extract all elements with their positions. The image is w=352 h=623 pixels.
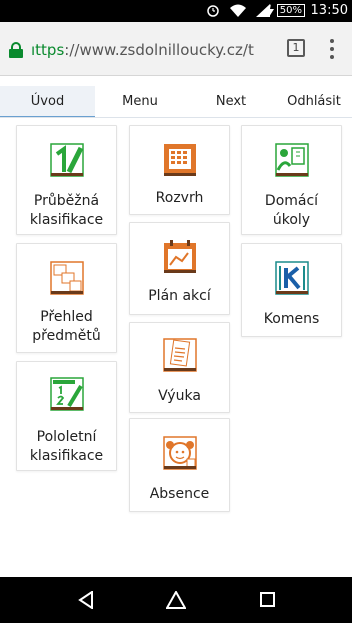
browser-toolbar: ıttps://www.zsdolnilloucky.cz/t 1: [0, 22, 352, 76]
tile-prubezna-klasifikace[interactable]: Průběžná klasifikace: [16, 125, 117, 235]
recents-icon[interactable]: [260, 592, 275, 607]
tile-label: Výuka: [158, 388, 201, 404]
back-icon[interactable]: [78, 591, 94, 609]
charging-icon: [265, 4, 274, 17]
tile-plan-akci[interactable]: Plán akcí: [129, 222, 230, 315]
home-icon[interactable]: [166, 591, 186, 609]
tile-label: Průběžná: [33, 193, 100, 209]
tile-label: předmětů: [32, 328, 101, 344]
komens-k-icon: [274, 261, 309, 295]
tile-label: klasifikace: [29, 212, 104, 228]
certificate-icon: [49, 377, 84, 411]
tile-label: Plán akcí: [148, 288, 211, 304]
top-nav: Úvod Menu Next Odhlásit: [0, 86, 352, 118]
tile-prehled-predmetu[interactable]: Přehled předmětů: [16, 243, 117, 353]
tile-label: Přehled: [40, 309, 93, 325]
nav-odhlasit[interactable]: Odhlásit: [276, 86, 352, 118]
battery-percent: 50%: [276, 4, 305, 17]
tile-label: Komens: [263, 311, 320, 327]
url-text: ıttps://www.zsdolnilloucky.cz/t: [31, 41, 254, 59]
status-time: 13:50: [310, 3, 348, 18]
subjects-overview-icon: [49, 261, 84, 295]
wifi-icon: [230, 4, 246, 17]
tile-label: Rozvrh: [155, 190, 204, 206]
tile-domaci-ukoly[interactable]: Domácí úkoly: [241, 125, 342, 235]
nav-uvod[interactable]: Úvod: [0, 86, 95, 118]
homework-icon: [274, 143, 309, 177]
tile-label: Pololetní: [36, 429, 97, 445]
tile-label: úkoly: [272, 212, 311, 228]
tile-vyuka[interactable]: Výuka: [129, 322, 230, 413]
grade-one-icon: [49, 143, 84, 177]
nav-menu[interactable]: Menu: [104, 86, 176, 118]
status-bar: 50% 13:50: [0, 0, 352, 22]
tile-rozvrh[interactable]: Rozvrh: [129, 125, 230, 215]
lock-icon: [9, 42, 23, 58]
system-nav-bar: [0, 577, 352, 623]
tile-label: klasifikace: [29, 448, 104, 464]
status-icons: [206, 3, 270, 17]
tile-label: Absence: [149, 486, 210, 502]
tab-switcher-button[interactable]: 1: [287, 39, 305, 57]
tile-absence[interactable]: Absence: [129, 418, 230, 512]
lesson-notes-icon: [162, 338, 197, 372]
url-host: ://www.zsdolnilloucky.cz/t: [64, 41, 254, 59]
alarm-icon: [207, 5, 219, 17]
nav-divider: [0, 117, 352, 118]
url-scheme: ıttps: [31, 41, 65, 59]
overflow-menu-icon[interactable]: [326, 37, 338, 59]
absence-child-icon: [162, 436, 197, 470]
tile-pololetni-klasifikace[interactable]: Pololetní klasifikace: [16, 361, 117, 471]
battery-indicator: 50%: [265, 4, 305, 17]
tile-komens[interactable]: Komens: [241, 243, 342, 337]
tile-label: Domácí: [264, 193, 319, 209]
timetable-icon: [163, 144, 196, 176]
nav-next[interactable]: Next: [195, 86, 267, 118]
calendar-plan-icon: [163, 240, 196, 273]
url-field[interactable]: ıttps://www.zsdolnilloucky.cz/t: [9, 35, 275, 65]
